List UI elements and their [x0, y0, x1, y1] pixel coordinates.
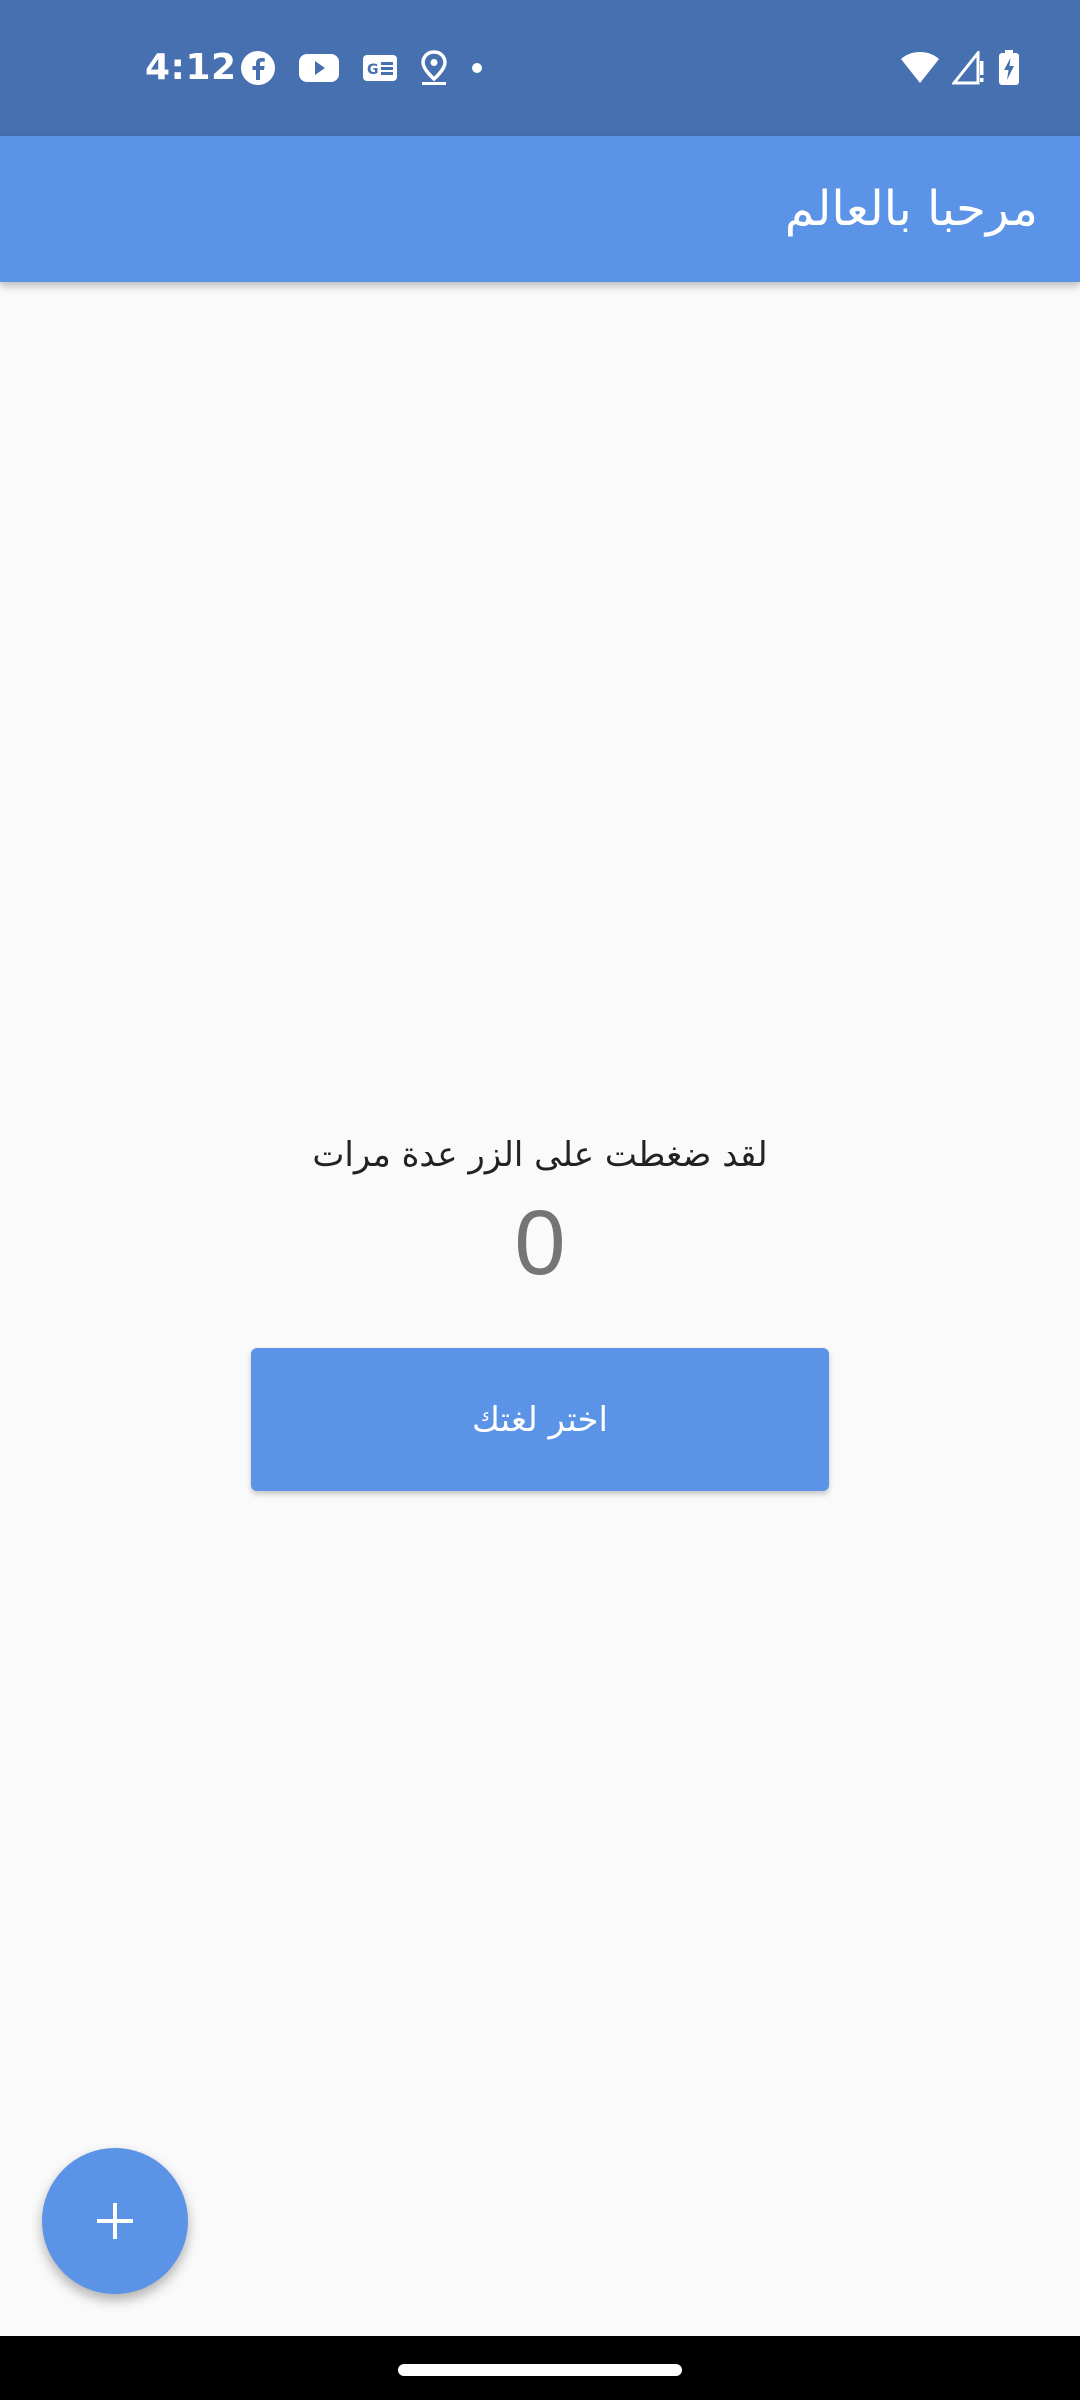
system-icons	[900, 46, 1020, 90]
navigation-bar	[0, 2336, 1080, 2400]
app-bar: مرحبا بالعالم	[0, 136, 1080, 282]
increment-fab-button[interactable]	[42, 2148, 188, 2294]
location-icon	[421, 50, 447, 85]
app-title: مرحبا بالعالم	[784, 181, 1038, 237]
notification-icons: G	[240, 46, 484, 90]
svg-text:G: G	[367, 62, 379, 78]
dot-icon	[472, 63, 482, 73]
counter-value: 0	[514, 1192, 566, 1294]
facebook-icon	[241, 51, 275, 85]
status-time: 4:12	[145, 47, 237, 88]
app-screen: 4:12 G مرحبا بالعالم لقد ضغطت على الزر ع…	[0, 0, 1080, 2400]
plus-icon	[97, 2203, 133, 2239]
home-gesture-handle[interactable]	[398, 2364, 682, 2376]
signal-icon	[952, 51, 984, 85]
status-bar: 4:12 G	[0, 0, 1080, 136]
youtube-icon	[299, 54, 339, 82]
battery-charging-icon	[999, 50, 1019, 85]
news-icon: G	[363, 55, 397, 81]
counter-label: لقد ضغطت على الزر عدة مرات	[312, 1135, 768, 1175]
wifi-icon	[901, 52, 939, 83]
choose-language-button[interactable]: اختر لغتك	[251, 1348, 829, 1491]
